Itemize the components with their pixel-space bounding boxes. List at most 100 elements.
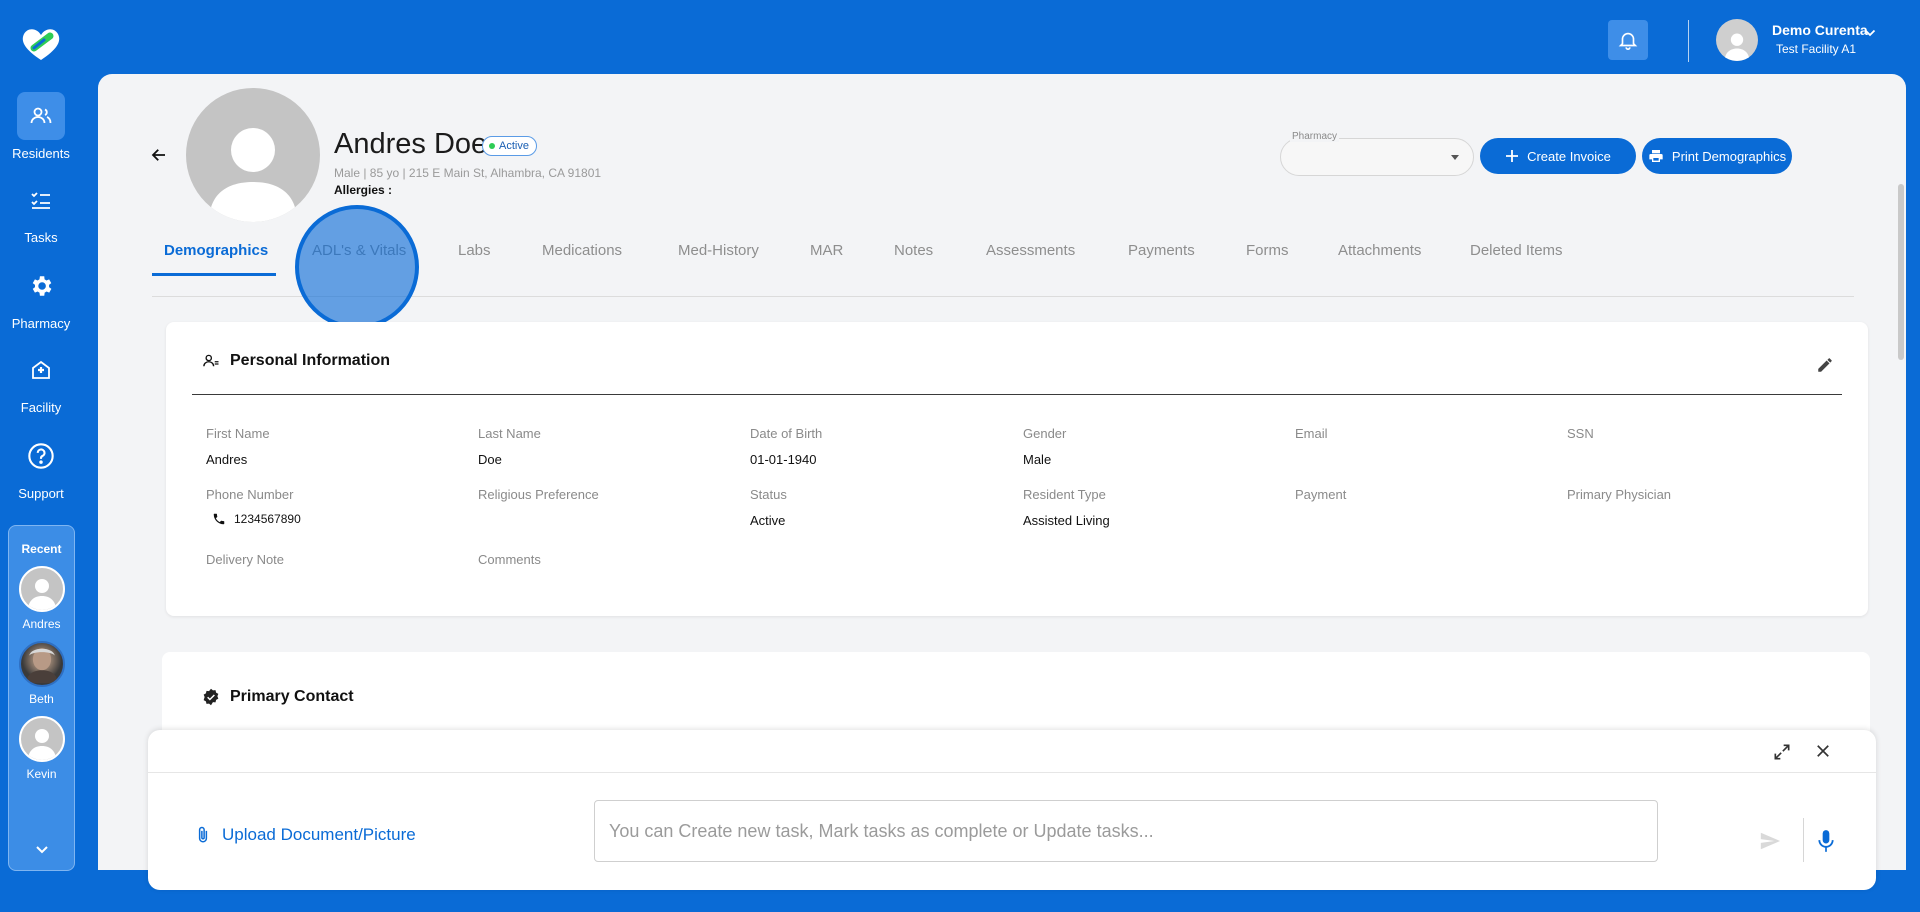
chat-divider bbox=[1803, 818, 1804, 862]
print-demographics-label: Print Demographics bbox=[1671, 148, 1787, 164]
verified-badge-icon bbox=[203, 688, 219, 706]
upload-document-button[interactable]: Upload Document/Picture bbox=[194, 824, 416, 846]
tab-labs[interactable]: Labs bbox=[458, 242, 491, 273]
gear-icon bbox=[17, 262, 65, 310]
recent-resident-kevin[interactable]: Kevin bbox=[9, 716, 74, 781]
section-title: Personal Information bbox=[230, 352, 391, 369]
user-facility: Test Facility A1 bbox=[1776, 42, 1857, 56]
phone-icon bbox=[213, 513, 225, 525]
nav-support[interactable]: Support bbox=[0, 432, 82, 501]
assistant-chat-panel: Upload Document/Picture bbox=[148, 730, 1876, 890]
resident-avatar bbox=[186, 88, 320, 222]
avatar bbox=[18, 716, 65, 762]
phone-value-row: 1234567890 bbox=[212, 512, 301, 526]
pharmacy-select[interactable] bbox=[1280, 138, 1474, 176]
nav-facility[interactable]: Facility bbox=[0, 346, 82, 415]
person-icon bbox=[203, 354, 219, 367]
notifications-button[interactable] bbox=[1608, 20, 1648, 60]
nav-residents[interactable]: Residents bbox=[0, 92, 82, 161]
bell-icon bbox=[1618, 32, 1638, 50]
tab-attachments[interactable]: Attachments bbox=[1338, 242, 1421, 273]
app-logo-icon[interactable] bbox=[20, 26, 62, 62]
help-icon bbox=[17, 432, 65, 480]
printer-icon bbox=[1649, 150, 1663, 162]
tab-medications[interactable]: Medications bbox=[542, 242, 622, 273]
send-icon[interactable] bbox=[1758, 830, 1782, 857]
nav-label: Facility bbox=[20, 400, 62, 415]
tab-payments[interactable]: Payments bbox=[1128, 242, 1195, 273]
sidebar: Residents Tasks Pharmacy Facility Suppor… bbox=[0, 0, 82, 912]
avatar bbox=[18, 641, 65, 687]
email-label: Email bbox=[1295, 426, 1328, 441]
resident-name: Andres Doe bbox=[334, 128, 488, 160]
comments-label: Comments bbox=[478, 552, 541, 567]
status-value: Active bbox=[750, 513, 786, 528]
status-badge: Active bbox=[482, 136, 537, 156]
recent-title: Recent bbox=[21, 542, 62, 556]
resident-type-value: Assisted Living bbox=[1023, 513, 1110, 528]
payment-label: Payment bbox=[1295, 487, 1347, 502]
scrollbar[interactable] bbox=[1898, 184, 1904, 360]
ssn-label: SSN bbox=[1567, 426, 1594, 441]
tab-deleted-items[interactable]: Deleted Items bbox=[1470, 242, 1563, 273]
phone-value: 1234567890 bbox=[234, 512, 301, 526]
personal-information-card: Personal Information First Name Andres L… bbox=[166, 322, 1868, 616]
user-name: Demo Curenta bbox=[1772, 22, 1868, 38]
print-demographics-button[interactable]: Print Demographics bbox=[1642, 138, 1792, 174]
tab-demographics[interactable]: Demographics bbox=[152, 242, 277, 276]
avatar bbox=[18, 566, 65, 612]
religion-label: Religious Preference bbox=[478, 487, 599, 502]
recent-name: Andres bbox=[22, 617, 61, 631]
first-name-label: First Name bbox=[206, 426, 270, 441]
recent-resident-beth[interactable]: Beth bbox=[9, 641, 74, 706]
tab-med-history[interactable]: Med-History bbox=[678, 242, 759, 273]
recent-panel: Recent Andres Beth Kevin bbox=[8, 525, 75, 871]
recent-name: Beth bbox=[29, 692, 54, 706]
nav-tasks[interactable]: Tasks bbox=[0, 176, 82, 245]
dob-value: 01-01-1940 bbox=[750, 452, 817, 467]
nav-label: Support bbox=[18, 486, 64, 501]
plus-icon bbox=[1506, 150, 1519, 162]
chat-header-divider bbox=[148, 772, 1876, 773]
tab-notes[interactable]: Notes bbox=[894, 242, 933, 273]
last-name-label: Last Name bbox=[478, 426, 541, 441]
section-title: Primary Contact bbox=[230, 688, 354, 705]
user-menu-chevron-icon[interactable] bbox=[1864, 24, 1876, 42]
tab-forms[interactable]: Forms bbox=[1246, 242, 1289, 273]
section-divider bbox=[192, 394, 1842, 395]
facility-icon bbox=[17, 346, 65, 394]
nav-label: Tasks bbox=[24, 230, 58, 245]
last-name-value: Doe bbox=[478, 452, 502, 467]
chevron-down-icon bbox=[35, 846, 48, 854]
caret-down-icon bbox=[1451, 155, 1459, 160]
tab-assessments[interactable]: Assessments bbox=[986, 242, 1075, 273]
back-arrow-icon[interactable] bbox=[150, 146, 168, 169]
status-dot bbox=[489, 143, 495, 149]
close-icon[interactable] bbox=[1814, 742, 1832, 765]
resident-meta: Male | 85 yo | 215 E Main St, Alhambra, … bbox=[334, 166, 602, 180]
delivery-note-label: Delivery Note bbox=[206, 552, 285, 567]
allergies-label: Allergies : bbox=[334, 183, 393, 197]
chat-input[interactable] bbox=[594, 800, 1658, 862]
create-invoice-button[interactable]: Create Invoice bbox=[1480, 138, 1636, 174]
microphone-icon[interactable] bbox=[1816, 828, 1836, 859]
expand-icon[interactable] bbox=[1772, 742, 1792, 767]
tab-adls-vitals[interactable]: ADL's & Vitals bbox=[312, 242, 406, 273]
first-name-value: Andres bbox=[206, 452, 248, 467]
physician-label: Primary Physician bbox=[1567, 487, 1672, 502]
tab-mar[interactable]: MAR bbox=[810, 242, 843, 273]
edit-pencil-icon[interactable] bbox=[1816, 356, 1834, 379]
recent-expand-button[interactable] bbox=[9, 842, 74, 860]
recent-resident-andres[interactable]: Andres bbox=[9, 566, 74, 631]
resident-type-label: Resident Type bbox=[1023, 487, 1106, 502]
tabs-divider bbox=[152, 296, 1854, 297]
nav-label: Residents bbox=[12, 146, 70, 161]
nav-label: Pharmacy bbox=[11, 316, 71, 331]
status-badge-label: Active bbox=[499, 140, 529, 152]
user-avatar[interactable] bbox=[1716, 19, 1758, 61]
recent-name: Kevin bbox=[26, 767, 57, 781]
primary-contact-header: Primary Contact bbox=[202, 688, 354, 706]
residents-icon bbox=[17, 92, 65, 140]
topbar-divider bbox=[1688, 20, 1689, 62]
nav-pharmacy[interactable]: Pharmacy bbox=[0, 262, 82, 331]
